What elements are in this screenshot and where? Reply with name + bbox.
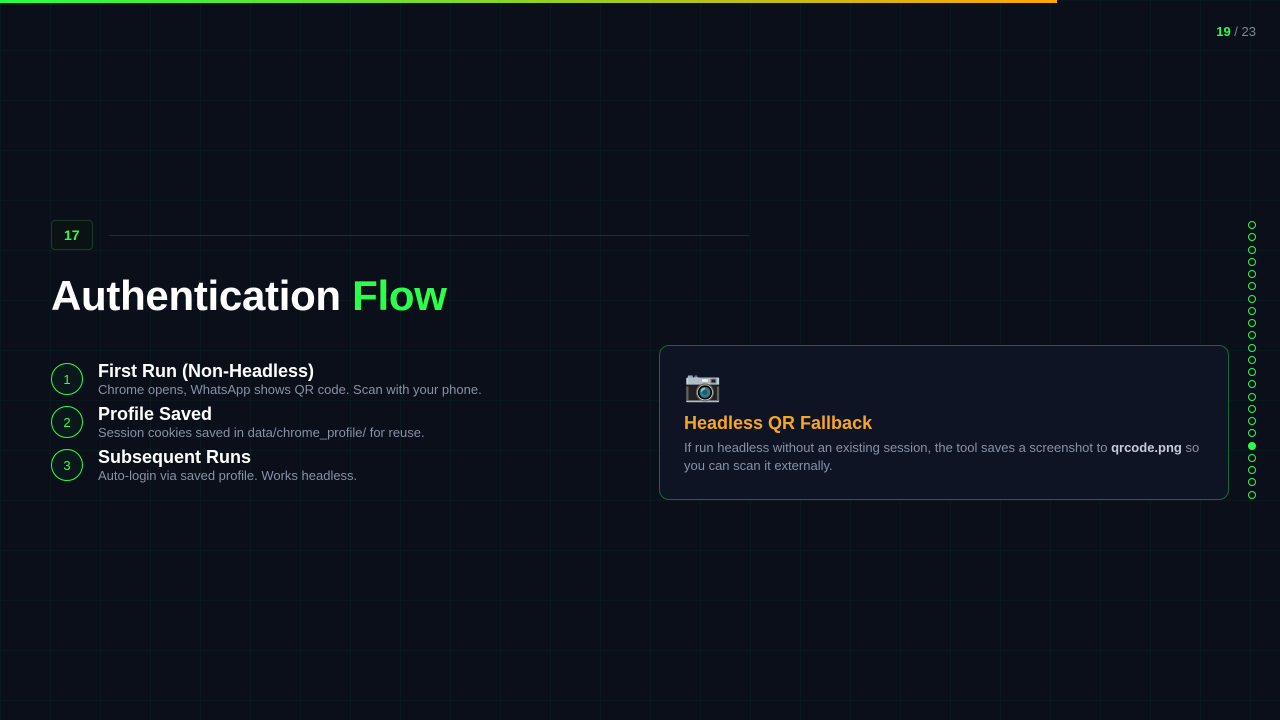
nav-dot[interactable] [1248, 270, 1256, 278]
nav-dot[interactable] [1248, 368, 1256, 376]
section-header: 17 [51, 220, 1231, 250]
step-text: Profile Saved Session cookies saved in d… [98, 403, 425, 441]
nav-dot[interactable] [1248, 380, 1256, 389]
step-title: First Run (Non-Headless) [98, 361, 315, 381]
slide-counter-separator: / [1230, 24, 1242, 39]
page-title-accent: Flow [352, 272, 447, 319]
slide-counter-current: 19 [1216, 24, 1231, 39]
step-text: First Run (Non-Headless) Chrome opens, W… [98, 360, 482, 398]
page-title-main: Authentication [51, 272, 353, 319]
step-description: Session cookies saved in data/chrome_pro… [98, 425, 425, 440]
step-description: Auto-login via saved profile. Works head… [98, 468, 358, 483]
section-number-badge: 17 [51, 220, 93, 250]
slide-nav-dots [1248, 221, 1256, 503]
section-divider [108, 234, 749, 236]
step-number-badge: 3 [51, 449, 83, 481]
info-card-body-text: If run headless without an existing sess… [684, 440, 1112, 455]
info-card-body: If run headless without an existing sess… [684, 439, 1204, 475]
step-description: Chrome opens, WhatsApp shows QR code. Sc… [98, 382, 482, 397]
step-item: 3 Subsequent Runs Auto-login via saved p… [51, 446, 611, 489]
progress-bar-fill [0, 0, 1058, 3]
slide-counter: 19 / 23 [1216, 24, 1256, 39]
nav-dot[interactable] [1248, 392, 1256, 401]
nav-dot[interactable] [1248, 257, 1256, 266]
nav-dot[interactable] [1248, 294, 1256, 303]
step-title: Profile Saved [98, 404, 213, 424]
slide-counter-total: 23 [1241, 24, 1256, 39]
nav-dot[interactable] [1248, 453, 1256, 462]
nav-dot[interactable] [1248, 331, 1256, 340]
slide-stage: 19 / 23 17 Authentication Flow 1 First R… [0, 0, 1280, 720]
nav-dot[interactable] [1248, 245, 1256, 254]
info-card-filename: qrcode.png [1111, 440, 1182, 455]
nav-dot-active[interactable] [1248, 441, 1256, 450]
step-number-badge: 1 [51, 363, 83, 395]
camera-icon: 📷 [684, 370, 722, 403]
nav-dot[interactable] [1248, 221, 1256, 229]
progress-bar [0, 0, 1280, 3]
nav-dot[interactable] [1248, 355, 1256, 364]
info-card: 📷 Headless QR Fallback If run headless w… [659, 345, 1229, 500]
nav-dot[interactable] [1248, 233, 1256, 242]
nav-dot[interactable] [1248, 404, 1256, 413]
page-title: Authentication Flow [51, 272, 447, 320]
nav-dot[interactable] [1248, 343, 1256, 352]
step-item: 1 First Run (Non-Headless) Chrome opens,… [51, 360, 611, 403]
nav-dot[interactable] [1248, 306, 1256, 315]
step-item: 2 Profile Saved Session cookies saved in… [51, 403, 611, 446]
step-number-badge: 2 [51, 406, 83, 438]
nav-dot[interactable] [1248, 429, 1256, 438]
nav-dot[interactable] [1248, 282, 1256, 291]
steps-list: 1 First Run (Non-Headless) Chrome opens,… [51, 360, 611, 489]
nav-dot[interactable] [1248, 478, 1256, 487]
nav-dot[interactable] [1248, 319, 1256, 327]
nav-dot[interactable] [1248, 490, 1256, 499]
step-title: Subsequent Runs [98, 447, 252, 467]
nav-dot[interactable] [1248, 466, 1256, 474]
info-card-title: Headless QR Fallback [684, 413, 873, 433]
nav-dot[interactable] [1248, 417, 1256, 425]
step-text: Subsequent Runs Auto-login via saved pro… [98, 446, 357, 484]
